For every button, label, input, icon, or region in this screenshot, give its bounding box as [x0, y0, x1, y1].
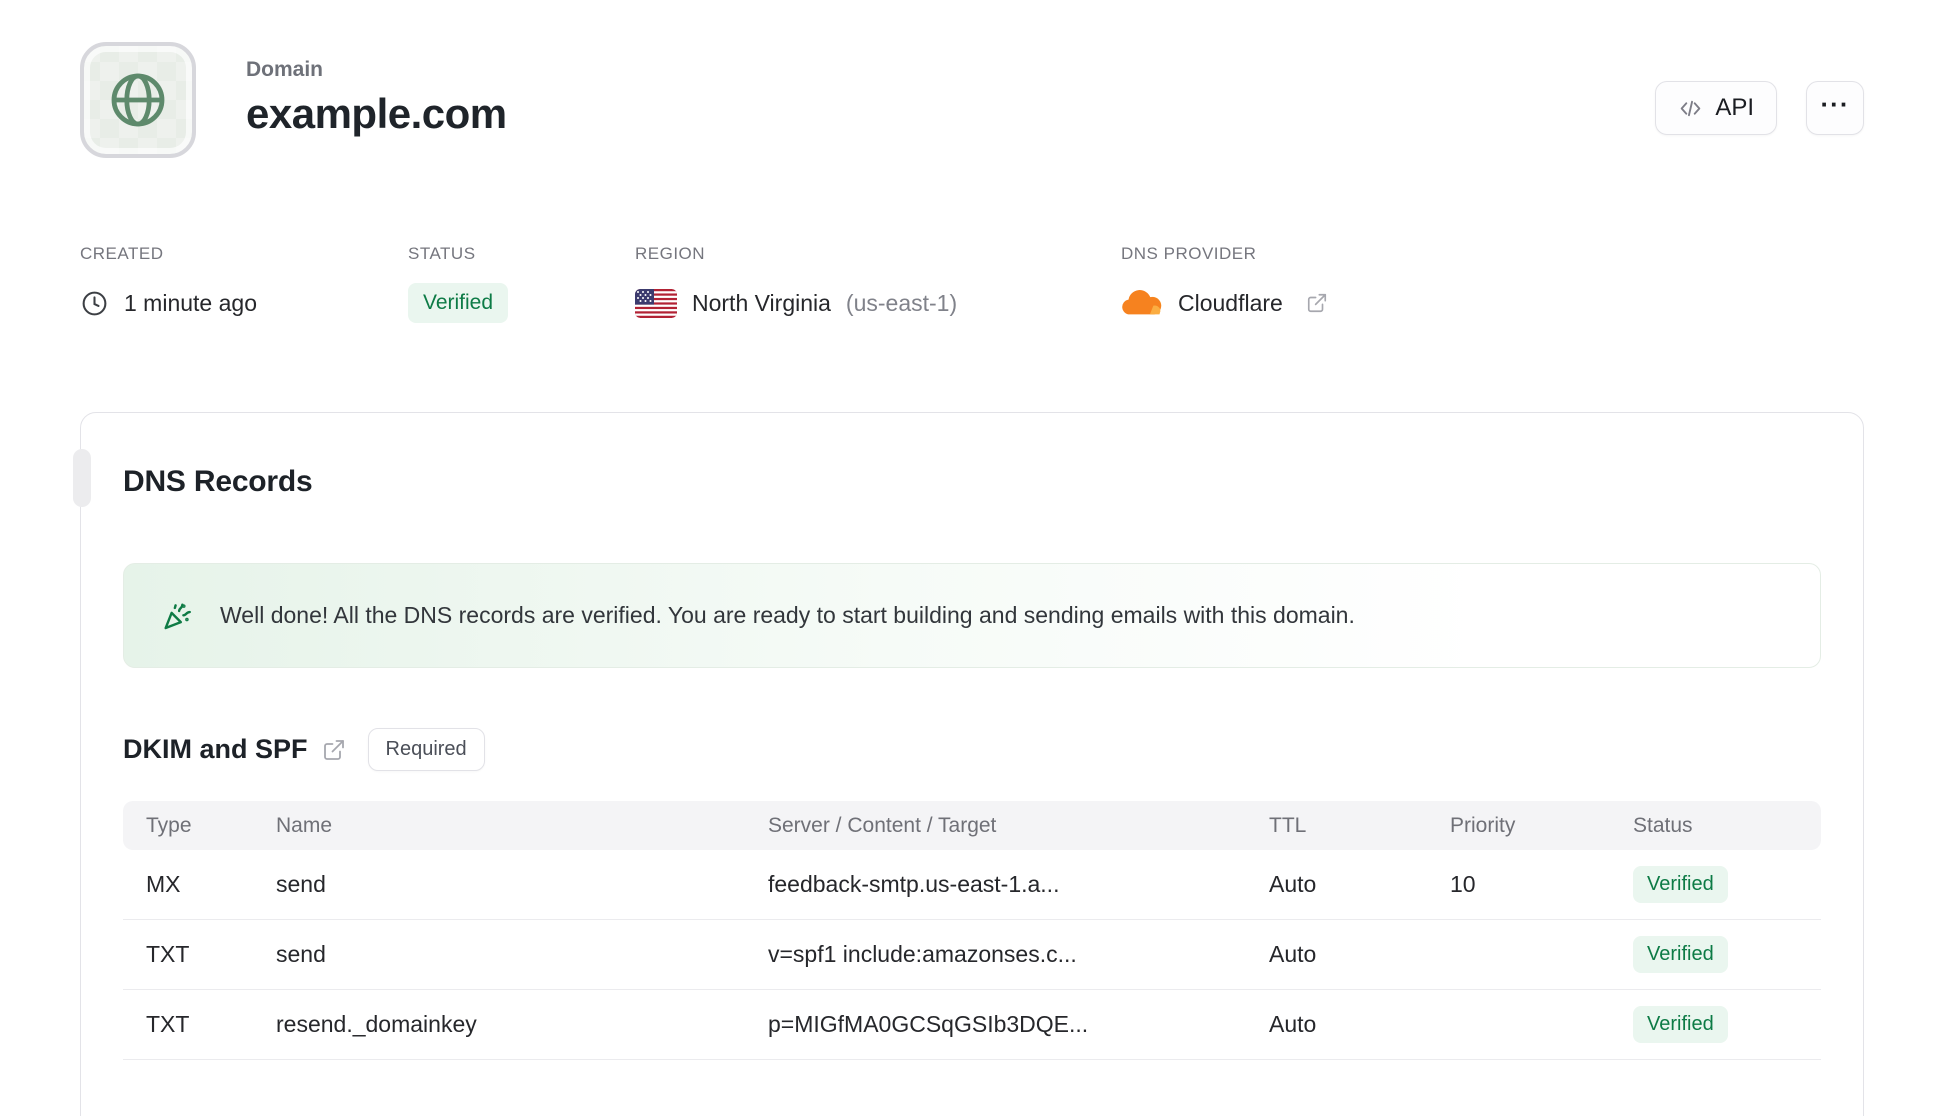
domain-details-page: Domain example.com API ··· CREATED 1 min… — [0, 42, 1944, 1116]
table-row: MX send feedback-smtp.us-east-1.a... Aut… — [123, 850, 1821, 920]
dns-records-title: DNS Records — [123, 465, 313, 498]
cell-name: resend._domainkey — [276, 1011, 477, 1037]
cell-name: send — [276, 871, 326, 897]
title-block: Domain example.com — [246, 42, 507, 138]
column-header-type: Type — [146, 813, 192, 837]
more-options-button[interactable]: ··· — [1806, 81, 1864, 135]
cell-content: feedback-smtp.us-east-1.a... — [768, 871, 1060, 897]
card-accent-tab — [73, 449, 91, 507]
table-row: TXT send v=spf1 include:amazonses.c... A… — [123, 920, 1821, 990]
cell-status: Verified — [1633, 1006, 1821, 1043]
meta-region: REGION North Virginia (us-east-1) — [635, 244, 1121, 324]
domain-avatar — [80, 42, 196, 158]
cell-status: Verified — [1633, 866, 1821, 903]
cell-type: TXT — [146, 1011, 190, 1037]
meta-dns-provider: DNS PROVIDER Cloudflare — [1121, 244, 1328, 324]
region-label: REGION — [635, 244, 706, 263]
meta-created: CREATED 1 minute ago — [80, 244, 408, 324]
region-value: North Virginia — [692, 289, 831, 316]
column-header-ttl: TTL — [1269, 813, 1307, 837]
verified-badge: Verified — [1633, 936, 1728, 973]
table-header-row: Type Name Server / Content / Target TTL … — [123, 801, 1821, 850]
api-button-label: API — [1715, 94, 1754, 121]
cell-priority: 10 — [1450, 871, 1476, 897]
ellipsis-icon: ··· — [1820, 88, 1850, 119]
verified-success-banner: Well done! All the DNS records are verif… — [123, 563, 1821, 668]
cell-name: send — [276, 941, 326, 967]
column-header-priority: Priority — [1450, 813, 1516, 837]
party-popper-icon — [164, 602, 191, 629]
cell-type: MX — [146, 871, 181, 897]
status-badge: Verified — [408, 283, 509, 323]
page-header: Domain example.com API ··· — [80, 42, 1864, 158]
required-badge: Required — [367, 728, 485, 771]
column-header-name: Name — [276, 813, 333, 837]
dkim-spf-title: DKIM and SPF — [123, 734, 308, 764]
column-header-status: Status — [1633, 813, 1693, 837]
cell-ttl: Auto — [1269, 941, 1317, 967]
column-header-content: Server / Content / Target — [768, 813, 997, 837]
cell-ttl: Auto — [1269, 1011, 1317, 1037]
cell-type: TXT — [146, 941, 190, 967]
dns-records-card: DNS Records Well done! All the DNS recor… — [73, 412, 1864, 1116]
cell-content: p=MIGfMA0GCSqGSIb3DQE... — [768, 1011, 1089, 1037]
cloudflare-icon — [1122, 290, 1162, 315]
code-icon — [1681, 100, 1701, 116]
page-title: example.com — [246, 90, 507, 137]
globe-icon — [111, 73, 165, 127]
cell-content: v=spf1 include:amazonses.c... — [768, 941, 1077, 967]
region-code: (us-east-1) — [845, 289, 958, 316]
api-button[interactable]: API — [1655, 81, 1777, 135]
status-label: STATUS — [408, 244, 476, 263]
us-flag-icon — [635, 288, 677, 318]
verified-badge: Verified — [1633, 866, 1728, 903]
table-row: TXT resend._domainkey p=MIGfMA0GCSqGSIb3… — [123, 990, 1821, 1060]
banner-message: Well done! All the DNS records are verif… — [220, 602, 1355, 628]
clock-icon — [82, 291, 107, 315]
created-value: 1 minute ago — [124, 289, 257, 316]
dkim-spf-section-header: DKIM and SPF Required — [123, 728, 1821, 771]
external-link-icon[interactable] — [1306, 292, 1328, 314]
header-actions: API ··· — [1655, 81, 1864, 135]
dns-records-table: Type Name Server / Content / Target TTL … — [123, 801, 1821, 1060]
verified-badge: Verified — [1633, 1006, 1728, 1043]
dns-provider-label: DNS PROVIDER — [1121, 244, 1257, 263]
page-eyebrow: Domain — [246, 58, 324, 81]
dns-provider-value: Cloudflare — [1178, 289, 1283, 316]
created-label: CREATED — [80, 244, 164, 263]
cell-ttl: Auto — [1269, 871, 1317, 897]
meta-status: STATUS Verified — [408, 244, 635, 324]
external-link-icon[interactable] — [322, 738, 346, 762]
cell-status: Verified — [1633, 936, 1821, 973]
domain-meta-row: CREATED 1 minute ago STATUS Verified REG… — [80, 244, 1864, 324]
